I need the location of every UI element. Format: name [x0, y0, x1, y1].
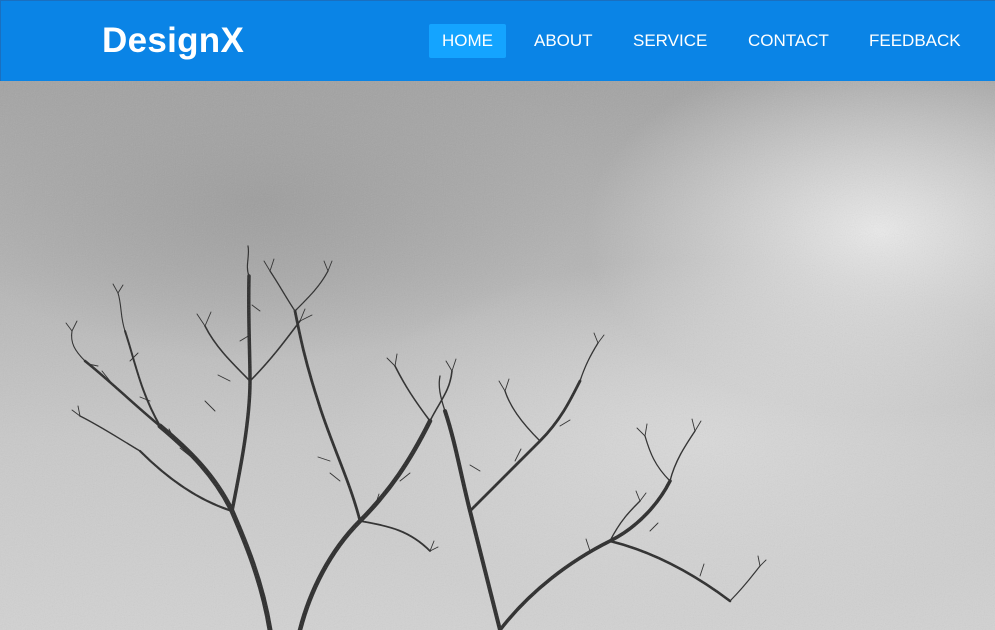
brand-logo[interactable]: DesignX — [102, 21, 244, 61]
bare-tree-photo — [0, 81, 995, 630]
nav-item-contact[interactable]: CONTACT — [735, 24, 842, 58]
nav-item-service[interactable]: SERVICE — [620, 24, 720, 58]
nav-item-about[interactable]: ABOUT — [521, 24, 606, 58]
top-navbar: DesignX HOME ABOUT SERVICE CONTACT FEEDB… — [0, 0, 995, 81]
nav-item-home[interactable]: HOME — [429, 24, 506, 58]
nav-item-feedback[interactable]: FEEDBACK — [856, 24, 974, 58]
hero-image — [0, 81, 995, 630]
